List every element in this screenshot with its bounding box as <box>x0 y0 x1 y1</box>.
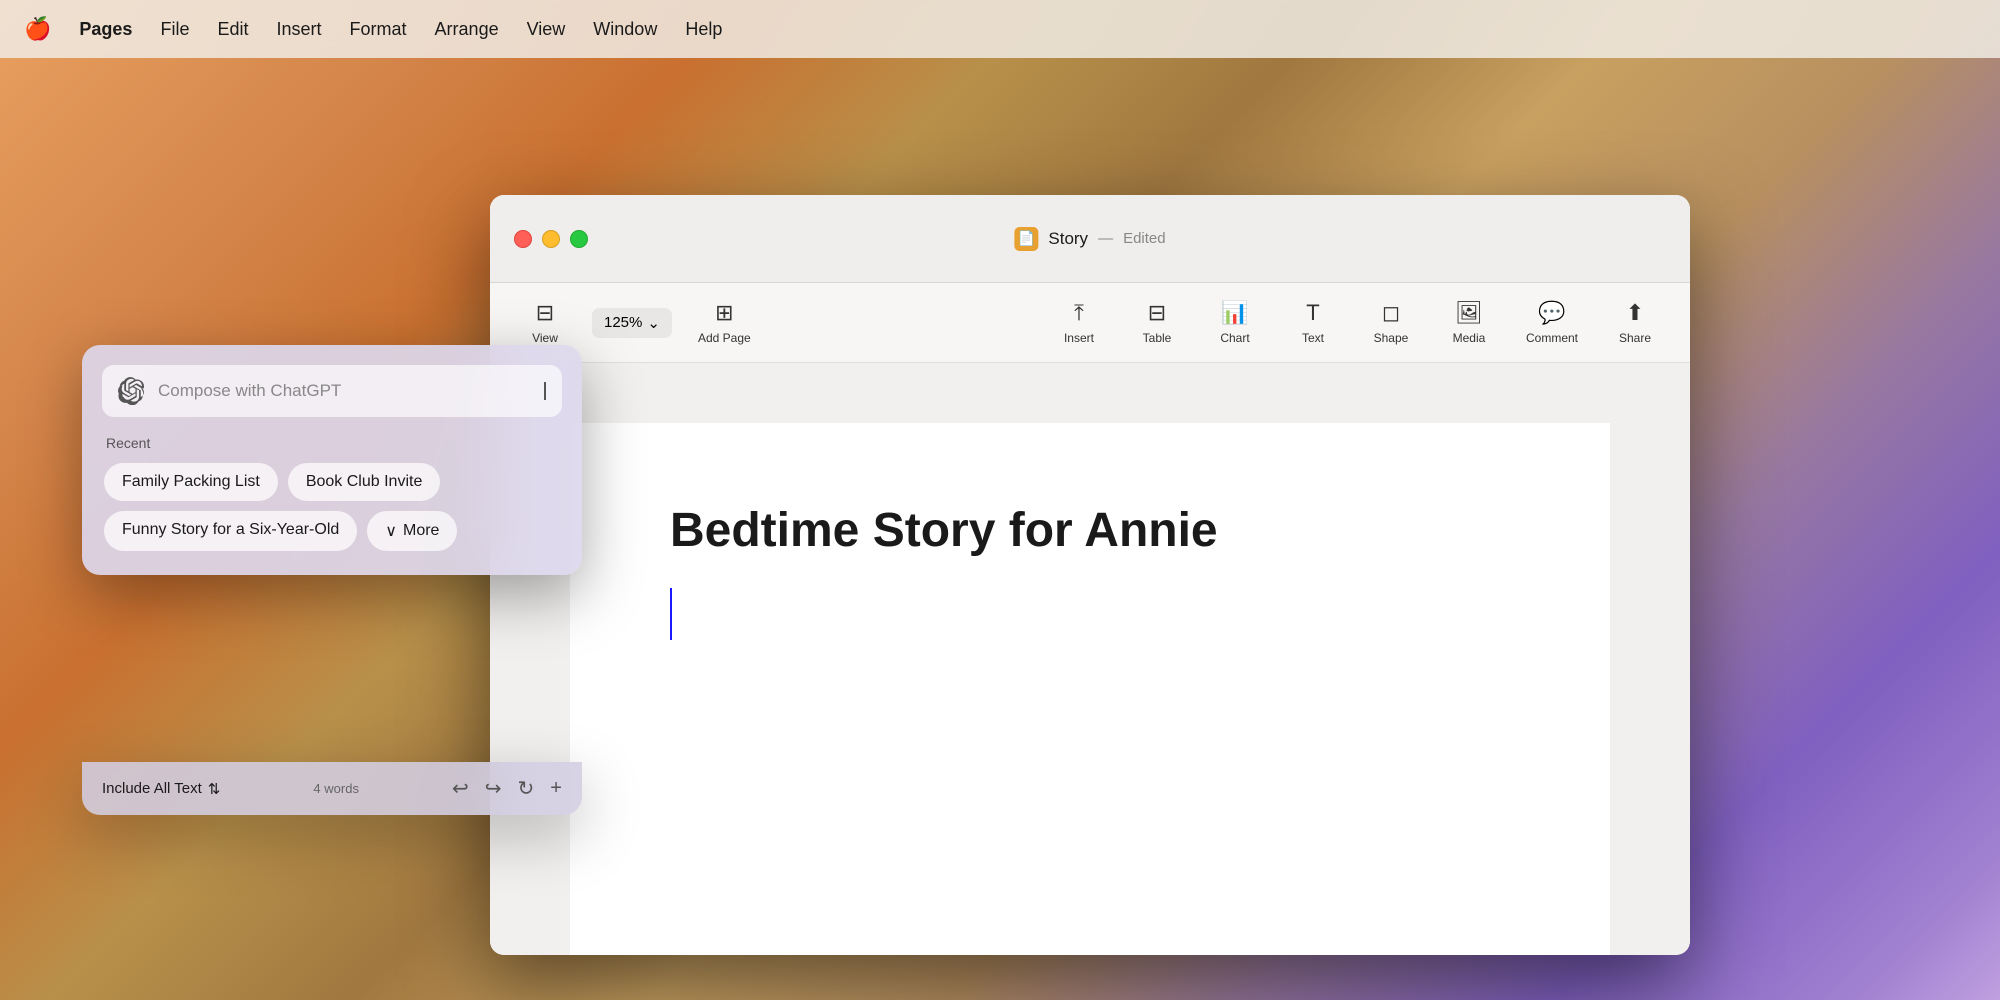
shape-icon: ◻ <box>1382 300 1400 326</box>
word-count-label: 4 words <box>313 780 359 798</box>
compose-input[interactable]: Compose with ChatGPT <box>158 381 531 401</box>
recent-chips: Family Packing List Book Club Invite Fun… <box>102 463 562 551</box>
toolbar-chart-button[interactable]: 📊 Chart <box>1200 292 1270 353</box>
window-title-area: 📄 Story — Edited <box>1014 227 1165 251</box>
comment-icon: 💬 <box>1538 300 1565 326</box>
document-area: Bedtime Story for Annie <box>490 363 1690 955</box>
chip-book-club-invite[interactable]: Book Club Invite <box>288 463 441 501</box>
share-label: Share <box>1619 331 1651 345</box>
window-title-status: Edited <box>1123 230 1166 247</box>
menu-window[interactable]: Window <box>593 19 657 40</box>
window-title-separator: — <box>1098 230 1113 247</box>
add-button[interactable]: + <box>550 777 562 800</box>
addpage-icon: ⊞ <box>715 300 733 326</box>
chip-family-packing-list[interactable]: Family Packing List <box>104 463 278 501</box>
toolbar-shape-button[interactable]: ◻ Shape <box>1356 292 1426 353</box>
menu-arrange[interactable]: Arrange <box>435 19 499 40</box>
window-title: Story <box>1048 229 1088 249</box>
pages-titlebar: 📄 Story — Edited <box>490 195 1690 283</box>
comment-label: Comment <box>1526 331 1578 345</box>
word-count-text: 4 words <box>313 781 359 796</box>
menubar: 🍎 Pages File Edit Insert Format Arrange … <box>0 0 2000 58</box>
document-cursor <box>670 588 1510 640</box>
text-cursor <box>544 382 546 400</box>
menu-pages[interactable]: Pages <box>79 19 132 40</box>
document-page[interactable]: Bedtime Story for Annie <box>570 423 1610 955</box>
compose-input-row[interactable]: Compose with ChatGPT <box>102 365 562 417</box>
pages-toolbar: ⊟ View 125% ⌄ ⊞ Add Page ⤒ Insert ⊟ Tabl… <box>490 283 1690 363</box>
text-label: Text <box>1302 331 1324 345</box>
table-icon: ⊟ <box>1148 300 1166 326</box>
toolbar-media-button[interactable]: 🖼 Media <box>1434 292 1504 353</box>
pages-doc-icon: 📄 <box>1014 227 1038 251</box>
document-title: Bedtime Story for Annie <box>670 503 1510 558</box>
menu-format[interactable]: Format <box>350 19 407 40</box>
fullscreen-button[interactable] <box>570 230 588 248</box>
chart-icon: 📊 <box>1221 300 1248 326</box>
more-button[interactable]: ∨ More <box>367 511 457 551</box>
toolbar-table-button[interactable]: ⊟ Table <box>1122 292 1192 353</box>
shape-label: Shape <box>1374 331 1409 345</box>
view-icon: ⊟ <box>536 300 554 326</box>
more-label: More <box>403 522 439 540</box>
zoom-control[interactable]: 125% ⌄ <box>592 308 672 338</box>
media-label: Media <box>1453 331 1486 345</box>
insert-label: Insert <box>1064 331 1094 345</box>
addpage-label: Add Page <box>698 331 751 345</box>
redo-button[interactable]: ↪ <box>485 776 502 801</box>
toolbar-text-button[interactable]: T Text <box>1278 292 1348 353</box>
view-label: View <box>532 331 558 345</box>
chatgpt-logo-icon <box>118 377 146 405</box>
chatgpt-bottom-bar: Include All Text ⇅ 4 words ↩ ↪ ↻ + <box>82 762 582 815</box>
close-button[interactable] <box>514 230 532 248</box>
more-chevron-icon: ∨ <box>385 521 397 541</box>
chip-funny-story[interactable]: Funny Story for a Six-Year-Old <box>104 511 357 551</box>
refresh-button[interactable]: ↻ <box>518 776 535 801</box>
pages-window: 📄 Story — Edited ⊟ View 125% ⌄ ⊞ Add Pag… <box>490 195 1690 955</box>
text-icon: T <box>1306 300 1319 326</box>
chatgpt-panel: Compose with ChatGPT Recent Family Packi… <box>82 345 582 575</box>
toolbar-comment-button[interactable]: 💬 Comment <box>1512 292 1592 353</box>
menu-view[interactable]: View <box>527 19 566 40</box>
include-arrows-icon: ⇅ <box>208 780 221 798</box>
media-icon: 🖼 <box>1455 300 1483 326</box>
zoom-value: 125% <box>604 314 642 331</box>
toolbar-share-button[interactable]: ⬆ Share <box>1600 292 1670 353</box>
apple-menu[interactable]: 🍎 <box>24 16 51 42</box>
include-text-label: Include All Text <box>102 780 202 797</box>
include-text-control[interactable]: Include All Text ⇅ <box>102 780 220 798</box>
menu-help[interactable]: Help <box>685 19 722 40</box>
menu-insert[interactable]: Insert <box>277 19 322 40</box>
menu-file[interactable]: File <box>160 19 189 40</box>
traffic-lights <box>514 230 588 248</box>
table-label: Table <box>1143 331 1172 345</box>
share-icon: ⬆ <box>1626 300 1644 326</box>
minimize-button[interactable] <box>542 230 560 248</box>
toolbar-addpage-button[interactable]: ⊞ Add Page <box>684 292 765 353</box>
zoom-chevron-icon: ⌄ <box>647 314 660 332</box>
action-buttons: ↩ ↪ ↻ + <box>452 776 562 801</box>
chart-label: Chart <box>1220 331 1249 345</box>
menu-edit[interactable]: Edit <box>217 19 248 40</box>
insert-icon: ⤒ <box>1074 300 1084 326</box>
toolbar-view-button[interactable]: ⊟ View <box>510 292 580 353</box>
desktop: 🍎 Pages File Edit Insert Format Arrange … <box>0 0 2000 1000</box>
recent-label: Recent <box>102 435 562 451</box>
undo-button[interactable]: ↩ <box>452 776 469 801</box>
toolbar-insert-button[interactable]: ⤒ Insert <box>1044 292 1114 353</box>
